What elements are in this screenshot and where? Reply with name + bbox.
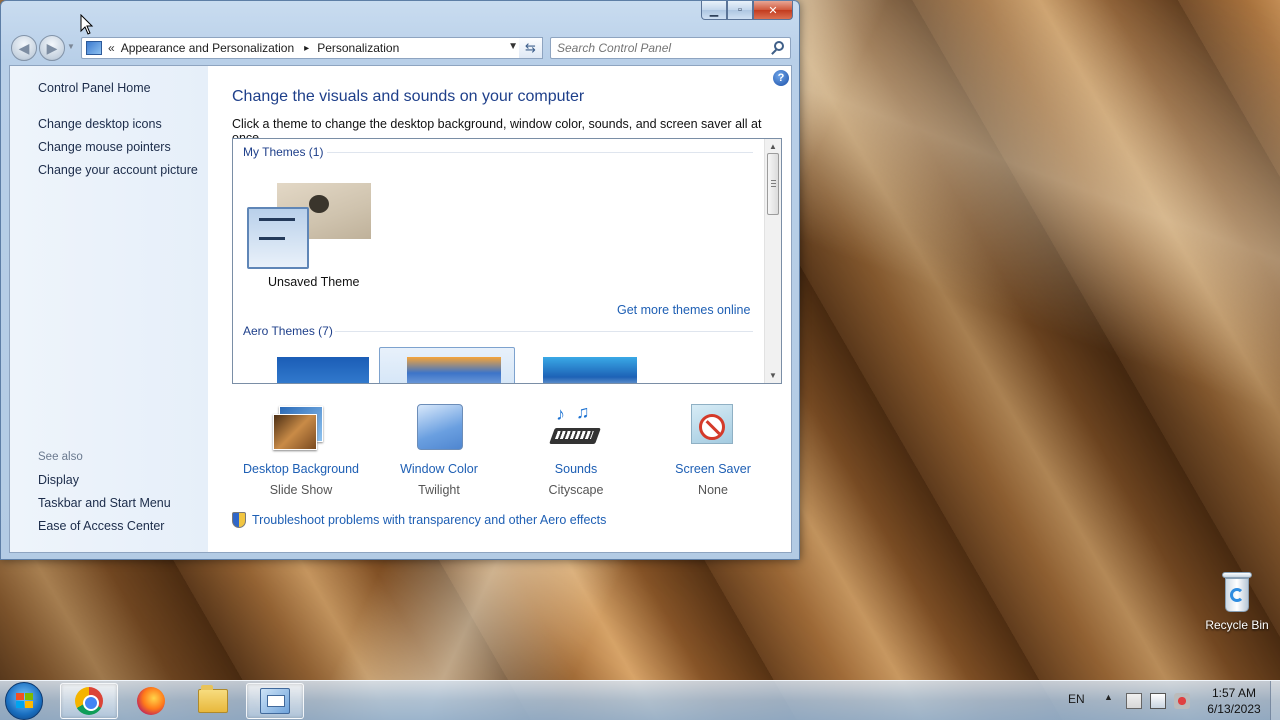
firefox-icon bbox=[137, 687, 165, 715]
control-panel-home-link[interactable]: Control Panel Home bbox=[38, 81, 151, 95]
troubleshoot-label: Troubleshoot problems with transparency … bbox=[252, 513, 607, 527]
forward-button[interactable]: ▶ bbox=[39, 35, 65, 61]
network-icon[interactable] bbox=[1150, 693, 1166, 709]
see-also-heading: See also bbox=[38, 451, 83, 463]
screen-saver-value: None bbox=[698, 483, 728, 497]
page-title: Change the visuals and sounds on your co… bbox=[232, 88, 585, 105]
taskbar-firefox[interactable] bbox=[122, 683, 180, 719]
change-account-picture-link[interactable]: Change your account picture bbox=[38, 163, 198, 177]
breadcrumb-separator-icon[interactable]: ▸ bbox=[304, 43, 309, 54]
sounds-value: Cityscape bbox=[548, 483, 604, 497]
unsaved-theme-label[interactable]: Unsaved Theme bbox=[268, 275, 360, 289]
caption-buttons: ▁ ▫ ✕ bbox=[701, 1, 793, 20]
change-mouse-pointers-link[interactable]: Change mouse pointers bbox=[38, 140, 171, 154]
show-desktop-button[interactable] bbox=[1270, 681, 1280, 720]
change-desktop-icons-link[interactable]: Change desktop icons bbox=[38, 117, 162, 131]
breadcrumb-personalization[interactable]: Personalization bbox=[317, 41, 399, 55]
search-box[interactable] bbox=[550, 37, 791, 59]
address-bar[interactable]: « Appearance and Personalization ▸ Perso… bbox=[81, 37, 525, 59]
sounds-link[interactable]: Sounds bbox=[511, 462, 641, 476]
ease-of-access-link[interactable]: Ease of Access Center bbox=[38, 519, 164, 533]
aero-themes-heading: Aero Themes (7) bbox=[243, 324, 333, 338]
desktop-background-icon bbox=[271, 402, 331, 456]
desktop-background-item[interactable]: Desktop Background Slide Show bbox=[236, 402, 366, 497]
group-divider bbox=[327, 152, 753, 153]
refresh-icon: ⇆ bbox=[525, 40, 536, 55]
control-panel-icon bbox=[86, 41, 102, 55]
screen-saver-item[interactable]: Screen Saver None bbox=[648, 402, 778, 497]
clock[interactable]: 1:57 AM 6/13/2023 bbox=[1198, 685, 1270, 717]
navigation-bar: ◀ ▶ ▼ « Appearance and Personalization ▸… bbox=[9, 33, 791, 61]
file-explorer-icon bbox=[198, 685, 228, 713]
clock-time: 1:57 AM bbox=[1211, 686, 1257, 700]
forward-arrow-icon: ▶ bbox=[46, 39, 58, 56]
volume-muted-icon[interactable] bbox=[1174, 693, 1190, 709]
screen-saver-icon bbox=[683, 402, 743, 456]
screen-saver-link[interactable]: Screen Saver bbox=[648, 462, 778, 476]
minimize-button[interactable]: ▁ bbox=[701, 1, 727, 20]
recycle-bin[interactable]: Recycle Bin bbox=[1204, 570, 1270, 632]
sounds-icon: ♪ ♫ bbox=[546, 402, 606, 456]
clock-date: 6/13/2023 bbox=[1207, 702, 1261, 716]
taskbar-start-menu-link[interactable]: Taskbar and Start Menu bbox=[38, 496, 171, 510]
chrome-icon bbox=[75, 687, 103, 715]
left-pane: Control Panel Home Change desktop icons … bbox=[10, 66, 208, 552]
window-color-value: Twilight bbox=[418, 483, 460, 497]
desktop-background-value: Slide Show bbox=[269, 483, 333, 497]
windows-logo-icon bbox=[16, 693, 34, 709]
start-button[interactable] bbox=[5, 682, 43, 720]
breadcrumb-appearance[interactable]: Appearance and Personalization bbox=[121, 41, 294, 55]
get-more-themes-link[interactable]: Get more themes online bbox=[617, 303, 750, 317]
breadcrumb-overflow[interactable]: « bbox=[108, 41, 115, 55]
aero-theme-thumbnail[interactable] bbox=[543, 357, 637, 383]
help-icon[interactable]: ? bbox=[773, 70, 789, 86]
shield-icon bbox=[232, 512, 246, 528]
back-arrow-icon: ◀ bbox=[18, 39, 30, 56]
show-hidden-icons[interactable]: ▲ bbox=[1104, 692, 1113, 702]
recycle-bin-label: Recycle Bin bbox=[1205, 618, 1269, 632]
recent-pages-chevron-icon[interactable]: ▼ bbox=[67, 42, 75, 51]
theme-list-scrollbar[interactable]: ▲ ▼ bbox=[764, 139, 781, 383]
close-button[interactable]: ✕ bbox=[753, 1, 793, 20]
aero-theme-thumbnail[interactable] bbox=[277, 357, 369, 383]
search-input[interactable] bbox=[551, 38, 761, 58]
taskbar-file-explorer[interactable] bbox=[184, 683, 242, 719]
maximize-button[interactable]: ▫ bbox=[727, 1, 753, 20]
address-dropdown-icon[interactable]: ▼ bbox=[508, 41, 518, 52]
back-button[interactable]: ◀ bbox=[11, 35, 37, 61]
recycle-bin-icon bbox=[1222, 570, 1252, 614]
search-icon[interactable] bbox=[774, 41, 784, 51]
taskbar-control-panel[interactable] bbox=[246, 683, 304, 719]
aero-theme-thumbnail[interactable] bbox=[407, 357, 501, 383]
sounds-item[interactable]: ♪ ♫ Sounds Cityscape bbox=[511, 402, 641, 497]
action-center-flag-icon[interactable] bbox=[1126, 693, 1142, 709]
troubleshoot-link[interactable]: Troubleshoot problems with transparency … bbox=[232, 512, 606, 528]
window-color-link[interactable]: Window Color bbox=[374, 462, 504, 476]
group-divider bbox=[335, 331, 753, 332]
taskbar-chrome[interactable] bbox=[60, 683, 118, 719]
content-area: Control Panel Home Change desktop icons … bbox=[9, 65, 792, 553]
my-themes-heading: My Themes (1) bbox=[243, 145, 324, 159]
scroll-up-icon[interactable]: ▲ bbox=[769, 142, 777, 151]
taskbar: EN ▲ 1:57 AM 6/13/2023 bbox=[0, 680, 1280, 720]
desktop-background-link[interactable]: Desktop Background bbox=[236, 462, 366, 476]
language-indicator[interactable]: EN bbox=[1068, 692, 1085, 706]
unsaved-theme-thumbnail[interactable] bbox=[247, 183, 371, 273]
scroll-down-icon[interactable]: ▼ bbox=[769, 371, 777, 380]
theme-list[interactable]: My Themes (1) Unsaved Theme Get more the… bbox=[232, 138, 782, 384]
refresh-button[interactable]: ⇆ bbox=[519, 37, 543, 59]
scroll-thumb[interactable] bbox=[767, 153, 779, 215]
personalization-window: ▁ ▫ ✕ ◀ ▶ ▼ « Appearance and Personaliza… bbox=[0, 0, 800, 560]
window-color-icon bbox=[409, 402, 469, 456]
display-link[interactable]: Display bbox=[38, 473, 79, 487]
window-color-item[interactable]: Window Color Twilight bbox=[374, 402, 504, 497]
control-panel-icon bbox=[260, 688, 290, 714]
